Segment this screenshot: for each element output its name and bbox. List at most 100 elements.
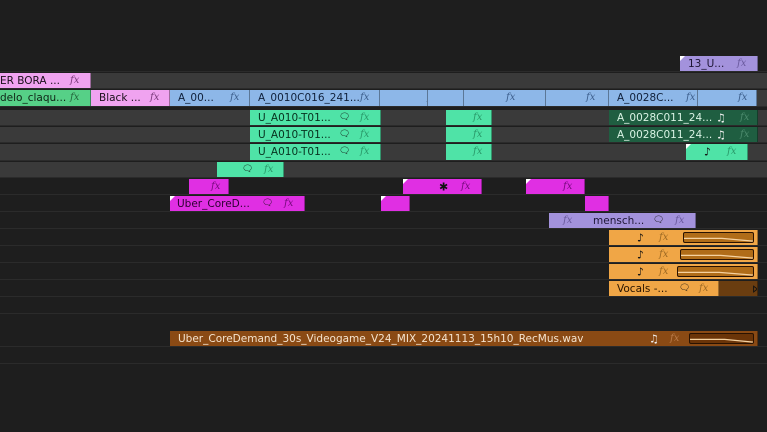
fx-badge-icon[interactable]: fx: [738, 93, 747, 103]
voice-icon: 🗨: [262, 198, 274, 208]
track-v5[interactable]: ER BORA ... fx: [0, 73, 767, 89]
track-a2[interactable]: fx ✱ fx fx: [0, 179, 767, 195]
fx-badge-icon[interactable]: fx: [360, 129, 369, 140]
clip[interactable]: fx: [446, 127, 492, 142]
fx-badge-icon[interactable]: fx: [686, 93, 695, 103]
clip[interactable]: ♪ fx: [609, 230, 758, 245]
clip-label: U_A010-T01...: [258, 145, 331, 158]
fx-badge-icon[interactable]: fx: [360, 93, 369, 103]
clip-marker-icon: [526, 179, 531, 184]
music-note-icon: ♪: [637, 231, 645, 244]
timeline-panel[interactable]: 13_U... fx ER BORA ... fx delo_claqu... fx Bla…: [0, 0, 767, 432]
clip[interactable]: fx: [526, 179, 585, 194]
fx-badge-icon[interactable]: fx: [150, 93, 159, 103]
track-v1[interactable]: U_A010-T01... 🗨 fx fx ♪ fx: [0, 144, 767, 161]
fx-badge-icon[interactable]: fx: [659, 249, 668, 260]
fx-badge-icon[interactable]: fx: [230, 93, 239, 103]
clip[interactable]: A_0028C... fx: [609, 90, 698, 106]
volume-waveform: [680, 249, 754, 260]
fx-badge-icon[interactable]: fx: [284, 198, 293, 209]
clip-label: U_A010-T01...: [258, 111, 331, 124]
clip-marker-icon: [381, 196, 386, 201]
fx-badge-icon[interactable]: fx: [70, 93, 79, 103]
clip[interactable]: fx: [428, 90, 464, 106]
clip[interactable]: mensch... 🗨 fx: [585, 213, 696, 228]
fx-badge-icon[interactable]: fx: [563, 215, 572, 226]
fx-badge-icon[interactable]: fx: [740, 129, 749, 140]
fx-badge-icon[interactable]: fx: [563, 181, 572, 192]
track-a3[interactable]: Uber_CoreD... 🗨 fx: [0, 196, 767, 212]
clip[interactable]: fx: [446, 110, 492, 125]
track-a9[interactable]: [0, 298, 767, 314]
fx-badge-icon[interactable]: fx: [70, 75, 79, 86]
clip[interactable]: U_A010-T01... 🗨 fx: [250, 110, 381, 125]
track-a4[interactable]: fx mensch... 🗨 fx: [0, 213, 767, 229]
clip[interactable]: Uber_CoreDemand_30s_Videogame_V24_MIX_20…: [170, 331, 758, 346]
track-v6[interactable]: 13_U... fx: [0, 56, 767, 72]
voice-icon: 🗨: [242, 164, 254, 174]
clip[interactable]: ♪ fx: [609, 247, 758, 262]
fx-badge-icon[interactable]: fx: [473, 129, 482, 140]
track-a7[interactable]: ♪ fx: [0, 264, 767, 280]
fx-badge-icon[interactable]: fx: [659, 232, 668, 243]
voice-icon: 🗨: [339, 146, 351, 157]
clip[interactable]: ⋈: [719, 281, 758, 296]
fx-badge-icon[interactable]: fx: [727, 147, 736, 157]
track-v3[interactable]: U_A010-T01... 🗨 fx fx A_0028C011_24... ♫ fx: [0, 110, 767, 126]
track-a10[interactable]: Uber_CoreDemand_30s_Videogame_V24_MIX_20…: [0, 331, 767, 347]
clip[interactable]: fx: [380, 90, 428, 106]
fx-badge-icon[interactable]: fx: [740, 112, 749, 123]
clip[interactable]: 13_U... fx: [680, 56, 758, 71]
track-v4[interactable]: delo_claqu... fx Black ... fx A_00... fx A_001…: [0, 90, 767, 107]
clip[interactable]: fx: [698, 90, 757, 106]
volume-waveform: [683, 232, 754, 243]
fx-badge-icon[interactable]: fx: [360, 112, 369, 123]
clip[interactable]: ♪ fx: [609, 264, 758, 279]
clip-label: A_0010C016_241...: [258, 91, 360, 104]
clip-marker-icon: [686, 144, 691, 149]
track-a1[interactable]: 🗨 fx: [0, 162, 767, 178]
clip[interactable]: [381, 196, 410, 211]
clip-label: 13_U...: [688, 57, 725, 70]
clip[interactable]: fx: [446, 144, 492, 160]
fx-badge-icon[interactable]: fx: [461, 181, 470, 192]
fx-badge-icon[interactable]: fx: [659, 266, 668, 277]
fx-badge-icon[interactable]: fx: [670, 333, 679, 344]
clip[interactable]: 🗨 fx: [217, 162, 284, 177]
clip[interactable]: U_A010-T01... 🗨 fx: [250, 144, 381, 160]
clip[interactable]: A_0028C011_24... ♫ fx: [609, 110, 758, 125]
clip[interactable]: U_A010-T01... 🗨 fx: [250, 127, 381, 142]
clip[interactable]: ✱ fx: [403, 179, 482, 194]
fx-badge-icon[interactable]: fx: [699, 283, 708, 294]
clip[interactable]: Black ... fx: [91, 90, 170, 106]
fx-badge-icon[interactable]: fx: [211, 181, 220, 192]
fx-badge-icon[interactable]: fx: [473, 147, 482, 157]
voice-icon: 🗨: [339, 112, 351, 122]
clip[interactable]: fx: [189, 179, 229, 194]
clip[interactable]: A_00... fx: [170, 90, 250, 106]
track-a5[interactable]: ♪ fx: [0, 230, 767, 246]
fx-badge-icon[interactable]: fx: [264, 164, 273, 175]
fx-badge-icon[interactable]: fx: [586, 93, 595, 103]
clip[interactable]: fx: [546, 90, 609, 106]
clip[interactable]: A_0010C016_241... fx: [250, 90, 380, 106]
track-v2[interactable]: U_A010-T01... 🗨 fx fx A_0028C011_24... ♫ fx: [0, 127, 767, 143]
clip[interactable]: ER BORA ... fx: [0, 73, 91, 88]
clip[interactable]: ♪ fx: [686, 144, 748, 160]
fx-badge-icon[interactable]: fx: [506, 93, 515, 103]
clip[interactable]: Vocals -... 🗨 fx: [609, 281, 719, 296]
track-a11[interactable]: [0, 348, 767, 364]
fx-badge-icon[interactable]: fx: [360, 147, 369, 157]
clip[interactable]: fx: [464, 90, 546, 106]
fx-badge-icon[interactable]: fx: [473, 112, 482, 123]
clip[interactable]: Uber_CoreD... 🗨 fx: [170, 196, 305, 211]
fx-badge-icon[interactable]: fx: [675, 215, 684, 226]
voice-icon: 🗨: [653, 215, 665, 225]
music-note-icon: ♪: [704, 145, 712, 159]
clip[interactable]: A_0028C011_24... ♫ fx: [609, 127, 758, 142]
clip[interactable]: delo_claqu... fx: [0, 90, 91, 106]
clip[interactable]: [585, 196, 609, 211]
track-a8[interactable]: Vocals -... 🗨 fx ⋈: [0, 281, 767, 297]
track-a6[interactable]: ♪ fx: [0, 247, 767, 263]
fx-badge-icon[interactable]: fx: [737, 58, 746, 69]
